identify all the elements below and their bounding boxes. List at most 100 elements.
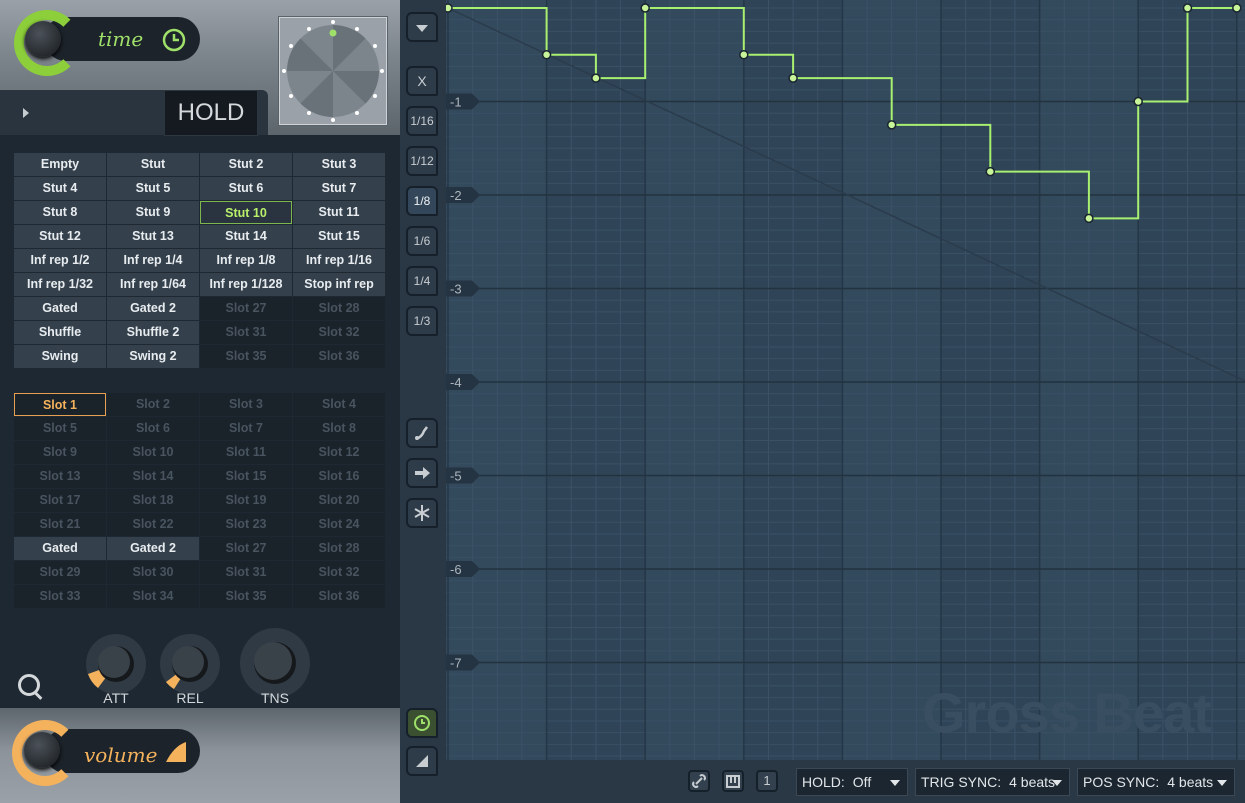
time-preset-25[interactable]: Gated [14,297,106,320]
clear-button[interactable]: X [406,66,438,96]
time-preset-19[interactable]: Inf rep 1/8 [200,249,292,272]
time-preset-6[interactable]: Stut 5 [107,177,199,200]
volume-preset-18[interactable]: Slot 18 [107,489,199,512]
envelope-point[interactable] [640,3,650,13]
time-preset-14[interactable]: Stut 13 [107,225,199,248]
envelope-point[interactable] [446,3,453,13]
envelope-point[interactable] [1232,3,1242,13]
trig-sync-dropdown[interactable]: TRIG SYNC: 4 beats [915,768,1070,796]
envelope-editor[interactable]: -1 -2 -3 -4 -5 -6 -7 [446,0,1245,760]
volume-ramp-icon[interactable] [164,740,188,764]
time-preset-10[interactable]: Stut 9 [107,201,199,224]
snap-1-3-button[interactable]: 1/3 [406,306,438,336]
time-preset-26[interactable]: Gated 2 [107,297,199,320]
time-preset-29[interactable]: Shuffle [14,321,106,344]
envelope-point[interactable] [591,73,601,83]
expand-arrow-icon[interactable] [23,108,29,118]
time-preset-9[interactable]: Stut 8 [14,201,106,224]
envelope-point[interactable] [739,50,749,60]
pos-sync-dropdown[interactable]: POS SYNC: 4 beats [1077,768,1235,796]
envelope-point[interactable] [985,166,996,177]
volume-preset-4[interactable]: Slot 4 [293,393,385,416]
volume-preset-11[interactable]: Slot 11 [200,441,292,464]
time-preset-31[interactable]: Slot 31 [200,321,292,344]
volume-preset-8[interactable]: Slot 8 [293,417,385,440]
time-preset-17[interactable]: Inf rep 1/2 [14,249,106,272]
snap-1-6-button[interactable]: 1/6 [406,226,438,256]
volume-preset-13[interactable]: Slot 13 [14,465,106,488]
time-preset-30[interactable]: Shuffle 2 [107,321,199,344]
volume-preset-9[interactable]: Slot 9 [14,441,106,464]
envelope-point[interactable] [541,50,552,60]
time-preset-5[interactable]: Stut 4 [14,177,106,200]
volume-preset-31[interactable]: Slot 31 [200,561,292,584]
volume-preset-25[interactable]: Gated [14,537,106,560]
one-shot-button[interactable]: 1 [756,770,778,792]
volume-preset-17[interactable]: Slot 17 [14,489,106,512]
time-preset-28[interactable]: Slot 28 [293,297,385,320]
volume-knob[interactable] [24,732,60,768]
volume-preset-28[interactable]: Slot 28 [293,537,385,560]
volume-preset-2[interactable]: Slot 2 [107,393,199,416]
time-preset-7[interactable]: Stut 6 [200,177,292,200]
hold-button[interactable]: HOLD [164,90,258,136]
curve-tool-button[interactable] [406,418,438,448]
volume-preset-27[interactable]: Slot 27 [200,537,292,560]
time-knob[interactable] [25,21,61,57]
snap-1-8-button[interactable]: 1/8 [406,186,438,216]
time-preset-18[interactable]: Inf rep 1/4 [107,249,199,272]
clock-icon[interactable] [162,28,186,52]
tns-knob[interactable] [238,626,312,700]
time-preset-24[interactable]: Stop inf rep [293,273,385,296]
volume-preset-32[interactable]: Slot 32 [293,561,385,584]
volume-preset-20[interactable]: Slot 20 [293,489,385,512]
time-preset-20[interactable]: Inf rep 1/16 [293,249,385,272]
volume-preset-3[interactable]: Slot 3 [200,393,292,416]
time-preset-36[interactable]: Slot 36 [293,345,385,368]
volume-preset-30[interactable]: Slot 30 [107,561,199,584]
volume-preset-26[interactable]: Gated 2 [107,537,199,560]
time-preset-13[interactable]: Stut 12 [14,225,106,248]
volume-preset-21[interactable]: Slot 21 [14,513,106,536]
volume-preset-33[interactable]: Slot 33 [14,585,106,608]
time-preset-12[interactable]: Stut 11 [293,201,385,224]
volume-preset-34[interactable]: Slot 34 [107,585,199,608]
volume-preset-23[interactable]: Slot 23 [200,513,292,536]
time-preset-3[interactable]: Stut 2 [200,153,292,176]
envelope-point[interactable] [788,73,798,83]
volume-preset-35[interactable]: Slot 35 [200,585,292,608]
volume-preset-1[interactable]: Slot 1 [14,393,106,416]
time-preset-16[interactable]: Stut 15 [293,225,385,248]
time-preset-1[interactable]: Empty [14,153,106,176]
volume-preset-29[interactable]: Slot 29 [14,561,106,584]
snap-1-12-button[interactable]: 1/12 [406,146,438,176]
envelope-point[interactable] [1182,3,1193,13]
volume-preset-19[interactable]: Slot 19 [200,489,292,512]
volume-preset-15[interactable]: Slot 15 [200,465,292,488]
time-mode-button[interactable] [406,708,438,738]
time-preset-4[interactable]: Stut 3 [293,153,385,176]
snap-1-4-button[interactable]: 1/4 [406,266,438,296]
zoom-icon[interactable] [18,674,40,696]
time-preset-22[interactable]: Inf rep 1/64 [107,273,199,296]
volume-preset-14[interactable]: Slot 14 [107,465,199,488]
att-knob[interactable] [84,632,148,696]
envelope-point[interactable] [1133,96,1143,107]
envelope-point[interactable] [1084,213,1094,224]
arrow-tool-button[interactable] [406,458,438,488]
volume-preset-24[interactable]: Slot 24 [293,513,385,536]
volume-preset-6[interactable]: Slot 6 [107,417,199,440]
volume-preset-22[interactable]: Slot 22 [107,513,199,536]
volume-preset-7[interactable]: Slot 7 [200,417,292,440]
time-preset-8[interactable]: Stut 7 [293,177,385,200]
snap-1-16-button[interactable]: 1/16 [406,106,438,136]
time-preset-11[interactable]: Stut 10 [200,201,292,224]
volume-preset-36[interactable]: Slot 36 [293,585,385,608]
freeze-button[interactable] [406,498,438,528]
volume-mode-button[interactable] [406,746,438,776]
volume-preset-12[interactable]: Slot 12 [293,441,385,464]
link-button[interactable] [688,770,710,792]
time-preset-21[interactable]: Inf rep 1/32 [14,273,106,296]
time-preset-2[interactable]: Stut [107,153,199,176]
time-preset-35[interactable]: Slot 35 [200,345,292,368]
